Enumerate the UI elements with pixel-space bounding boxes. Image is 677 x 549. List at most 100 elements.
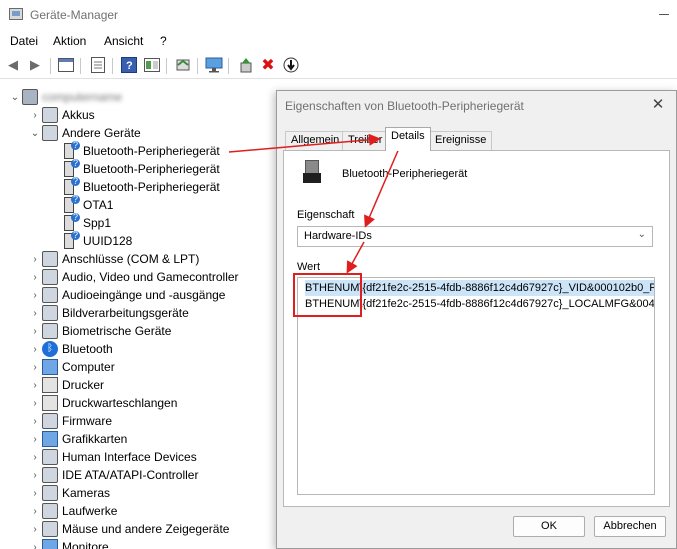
tree-item[interactable]: › Firmware (28, 412, 112, 430)
minimize-button[interactable] (655, 6, 677, 22)
tree-root[interactable]: ⌄ computername (8, 88, 122, 106)
menu-aktion[interactable]: Aktion (53, 34, 86, 48)
menu-datei[interactable]: Datei (10, 34, 38, 48)
tab-allgemein[interactable]: Allgemein (285, 131, 346, 150)
property-select-value: Hardware-IDs (304, 230, 372, 242)
chevron-right-icon[interactable]: › (28, 538, 42, 549)
chevron-right-icon[interactable]: › (28, 286, 42, 304)
view-icon[interactable] (143, 56, 161, 74)
unknown-device-icon (64, 213, 80, 231)
tree-item-label: Drucker (62, 378, 105, 392)
audio-icon (42, 269, 58, 285)
tree-item[interactable]: OTA1 (48, 195, 113, 214)
tree-item[interactable]: › Anschlüsse (COM & LPT) (28, 250, 199, 268)
chevron-right-icon[interactable]: › (28, 430, 42, 448)
menu-bar: Datei Aktion Ansicht ? (0, 30, 677, 52)
forward-arrow-icon[interactable]: ▶ (26, 56, 44, 74)
tree-item[interactable]: › Akkus (28, 106, 95, 124)
toolbar-separator (228, 58, 229, 74)
chevron-right-icon[interactable]: › (28, 502, 42, 520)
toolbar-separator (50, 58, 51, 74)
tree-item[interactable]: › Mäuse und andere Zeigegeräte (28, 520, 229, 538)
tree-item[interactable]: UUID128 (48, 231, 132, 250)
value-item[interactable]: BTHENUM\{df21fe2c-2515-4fdb-8886f12c4d67… (305, 280, 654, 296)
tree-item[interactable]: › Biometrische Geräte (28, 322, 171, 340)
tree-item[interactable]: › Bildverarbeitungsgeräte (28, 304, 189, 322)
chevron-right-icon[interactable]: › (28, 106, 42, 124)
chevron-right-icon[interactable]: › (28, 448, 42, 466)
computer-root-icon (22, 89, 38, 105)
tab-ereignisse[interactable]: Ereignisse (429, 131, 493, 150)
tree-item[interactable]: › Monitore (28, 538, 109, 549)
mouse-icon (42, 521, 58, 537)
close-icon[interactable]: ✕ (650, 97, 666, 113)
help-icon[interactable]: ? (120, 56, 138, 74)
title-bar: Geräte-Manager (0, 0, 677, 30)
tree-item[interactable]: › IDE ATA/ATAPI-Controller (28, 466, 198, 484)
chevron-right-icon[interactable]: › (28, 484, 42, 502)
tree-item[interactable]: › Audioeingänge und -ausgänge (28, 286, 225, 304)
download-icon[interactable] (282, 56, 300, 74)
value-listbox[interactable]: BTHENUM\{df21fe2c-2515-4fdb-8886f12c4d67… (297, 277, 655, 495)
tree-item[interactable]: ⌄ Andere Geräte (28, 124, 141, 142)
tree-item[interactable]: › Kameras (28, 484, 110, 502)
chevron-right-icon[interactable]: › (28, 250, 42, 268)
other-devices-icon (42, 125, 58, 141)
chevron-right-icon[interactable]: › (28, 520, 42, 538)
back-arrow-icon[interactable]: ◀ (4, 56, 22, 74)
tree-item[interactable]: › Human Interface Devices (28, 448, 197, 466)
chevron-right-icon[interactable]: › (28, 466, 42, 484)
update-icon[interactable] (89, 56, 107, 74)
value-item[interactable]: BTHENUM\{df21fe2c-2515-4fdb-8886f12c4d67… (305, 296, 654, 312)
chevron-right-icon[interactable]: › (28, 322, 42, 340)
hid-icon (42, 449, 58, 465)
chevron-right-icon[interactable]: › (28, 340, 42, 358)
chevron-right-icon[interactable]: › (28, 394, 42, 412)
chevron-right-icon[interactable]: › (28, 376, 42, 394)
tree-item-label: Andere Geräte (62, 126, 141, 140)
unknown-device-icon (64, 231, 80, 249)
tree-item[interactable]: › Drucker (28, 376, 104, 394)
tree-item-label: Bluetooth-Peripheriegerät (83, 144, 220, 158)
tab-details[interactable]: Details (385, 127, 431, 151)
scan-icon[interactable] (174, 56, 192, 74)
chevron-right-icon[interactable]: › (28, 304, 42, 322)
tree-item-label: Audioeingänge und -ausgänge (62, 288, 226, 302)
tree-item-label: Firmware (62, 414, 112, 428)
chevron-right-icon[interactable]: › (28, 412, 42, 430)
tree-item-label: Spp1 (83, 216, 112, 230)
remove-icon[interactable]: ✖ (259, 56, 277, 74)
tree-item[interactable]: › Druckwarteschlangen (28, 394, 177, 412)
property-select[interactable]: Hardware-IDs ⌄ (297, 226, 653, 247)
tree-item-label: Grafikkarten (62, 432, 128, 446)
tree-item[interactable]: › Grafikkarten (28, 430, 127, 448)
tree-item[interactable]: › Laufwerke (28, 502, 117, 520)
chevron-right-icon[interactable]: › (28, 358, 42, 376)
tree-item-label: Biometrische Geräte (62, 324, 172, 338)
chevron-right-icon[interactable]: › (28, 268, 42, 286)
device-tree[interactable]: ⌄ computername › Akkus ⌄ Andere Geräte Bluet… (0, 86, 280, 549)
tree-item-label: Bluetooth-Peripheriegerät (83, 180, 220, 194)
monitor-icon[interactable] (205, 56, 223, 74)
tree-item[interactable]: › Audio, Video und Gamecontroller (28, 268, 239, 286)
menu-help[interactable]: ? (160, 34, 167, 48)
tree-item[interactable]: Spp1 (48, 213, 112, 232)
tree-item-label: Kameras (62, 486, 111, 500)
unknown-device-icon (64, 177, 80, 195)
tree-item[interactable]: › ᛒ Bluetooth (28, 340, 113, 358)
chevron-down-icon: ⌄ (637, 229, 646, 240)
tab-treiber[interactable]: Treiber (342, 131, 389, 150)
properties-icon[interactable] (57, 56, 75, 74)
menu-ansicht[interactable]: Ansicht (104, 34, 143, 48)
tree-item[interactable]: › Computer (28, 358, 115, 376)
enable-icon[interactable] (237, 56, 255, 74)
toolbar: ◀ ▶ ? ✖ (0, 53, 677, 79)
chevron-down-icon[interactable]: ⌄ (28, 124, 42, 142)
chevron-down-icon[interactable]: ⌄ (8, 88, 22, 106)
ok-button[interactable]: OK (513, 516, 585, 537)
speaker-icon (42, 287, 58, 303)
fingerprint-icon (42, 323, 58, 339)
properties-dialog: Eigenschaften von Bluetooth-Peripheriege… (276, 90, 677, 549)
cancel-button[interactable]: Abbrechen (594, 516, 666, 537)
